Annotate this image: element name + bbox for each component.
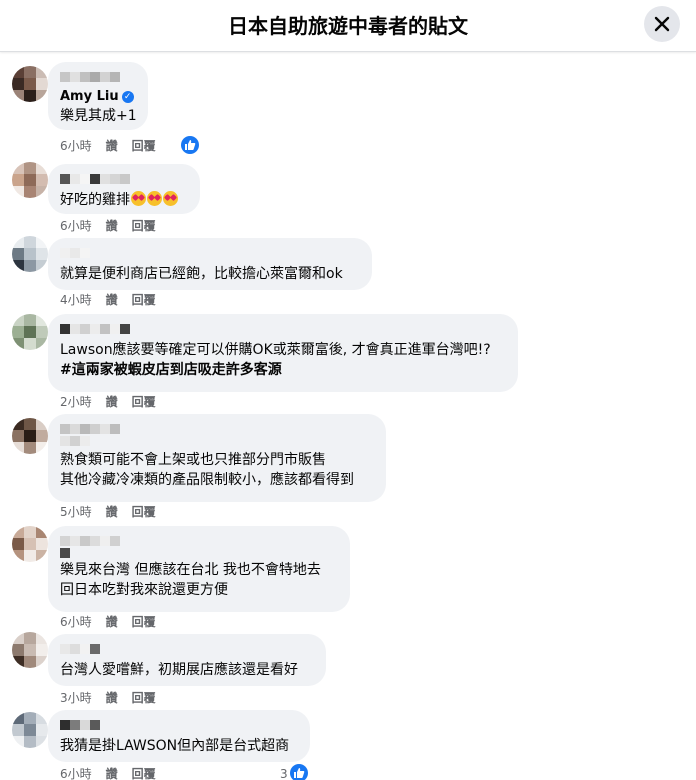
comment-author[interactable]: Amy Liu ✓ — [60, 88, 136, 106]
comment-actions: 6小時讚回覆 — [60, 766, 170, 780]
comment-bubble: 我猜是掛LAWSON但內部是台式超商 — [48, 710, 310, 762]
comment-text: 就算是便利商店已經飽，比較擔心萊富爾和ok — [60, 266, 343, 282]
comment-bubble: Lawson應該要等確定可以併購OK或萊爾富後, 才會真正進軍台灣吧!? #這兩… — [48, 314, 518, 392]
comment-time[interactable]: 6小時 — [60, 614, 92, 630]
comment-actions: 2小時讚回覆 — [60, 394, 170, 410]
like-reaction-icon[interactable] — [181, 136, 199, 154]
like-button[interactable]: 讚 — [106, 394, 118, 410]
comment-bubble: 熟食類可能不會上架或也只推部分門市販售 其他冷藏冷凍類的產品限制較小，應該都看得… — [48, 414, 386, 502]
heart-eyes-emoji-icon — [131, 191, 146, 206]
reply-button[interactable]: 回覆 — [132, 504, 156, 520]
blurred-author-name[interactable] — [60, 246, 360, 264]
blurred-group-name — [60, 70, 136, 88]
heart-eyes-emoji-icon — [147, 191, 162, 206]
hashtag-link[interactable]: #這兩家被蝦皮店到店吸走許多客源 — [60, 360, 506, 380]
close-icon — [654, 16, 670, 32]
comment-time[interactable]: 3小時 — [60, 690, 92, 706]
comment-bubble: 就算是便利商店已經飽，比較擔心萊富爾和ok — [48, 238, 372, 290]
comment-time[interactable]: 2小時 — [60, 394, 92, 410]
reply-button[interactable]: 回覆 — [132, 614, 156, 630]
like-button[interactable]: 讚 — [106, 614, 118, 630]
close-button[interactable] — [644, 6, 680, 42]
avatar[interactable] — [12, 712, 48, 748]
avatar[interactable] — [12, 314, 48, 350]
comment-bubble: Amy Liu ✓ 樂見其成+1 — [48, 62, 148, 130]
comment-text: Lawson應該要等確定可以併購OK或萊爾富後, 才會真正進軍台灣吧!? — [60, 342, 491, 358]
comment-text: 其他冷藏冷凍類的產品限制較小，應該都看得到 — [60, 472, 354, 488]
blurred-author-name[interactable] — [60, 422, 374, 450]
avatar[interactable] — [12, 162, 48, 198]
comment-bubble: 樂見來台灣 但應該在台北 我也不會特地去 回日本吃對我來說還更方便 — [48, 526, 350, 612]
comment-time[interactable]: 6小時 — [60, 218, 92, 234]
reply-button[interactable]: 回覆 — [132, 690, 156, 706]
comment-time[interactable]: 6小時 — [60, 138, 92, 154]
like-button[interactable]: 讚 — [106, 218, 118, 234]
dialog-header: 日本自助旅遊中毒者的貼文 — [0, 0, 696, 52]
avatar[interactable] — [12, 632, 48, 668]
comment-text: 樂見來台灣 但應該在台北 我也不會特地去 — [60, 562, 321, 578]
comment-actions: 3小時讚回覆 — [60, 690, 170, 706]
comment-text: 回日本吃對我來說還更方便 — [60, 582, 228, 598]
comment-time[interactable]: 5小時 — [60, 504, 92, 520]
comment-bubble: 好吃的雞排 — [48, 164, 200, 214]
avatar[interactable] — [12, 526, 48, 562]
like-button[interactable]: 讚 — [106, 690, 118, 706]
reaction-count[interactable]: 3 — [280, 766, 288, 780]
avatar[interactable] — [12, 236, 48, 272]
like-reaction-icon[interactable] — [290, 764, 308, 780]
reply-button[interactable]: 回覆 — [132, 218, 156, 234]
like-button[interactable]: 讚 — [106, 766, 118, 780]
blurred-author-name[interactable] — [60, 322, 506, 340]
comment-actions: 6小時讚回覆 — [60, 218, 170, 234]
comment-actions: 6小時讚回覆 — [60, 138, 170, 154]
like-button[interactable]: 讚 — [106, 292, 118, 308]
comment-text: 樂見其成+1 — [60, 108, 137, 124]
comment-text: 台灣人愛嚐鮮，初期展店應該還是看好 — [60, 662, 298, 678]
verified-badge-icon: ✓ — [121, 91, 134, 103]
like-button[interactable]: 讚 — [106, 504, 118, 520]
blurred-author-name[interactable] — [60, 718, 298, 736]
comment-time[interactable]: 4小時 — [60, 292, 92, 308]
comment-text: 好吃的雞排 — [60, 190, 188, 210]
comment-text: 熟食類可能不會上架或也只推部分門市販售 — [60, 452, 326, 468]
comment-actions: 6小時讚回覆 — [60, 614, 170, 630]
reply-button[interactable]: 回覆 — [132, 138, 156, 154]
comment-actions: 4小時讚回覆 — [60, 292, 170, 308]
reply-button[interactable]: 回覆 — [132, 394, 156, 410]
blurred-author-name[interactable] — [60, 534, 338, 560]
avatar[interactable] — [12, 66, 48, 102]
reply-button[interactable]: 回覆 — [132, 292, 156, 308]
comment-text: 我猜是掛LAWSON但內部是台式超商 — [60, 738, 290, 754]
comment-bubble: 台灣人愛嚐鮮，初期展店應該還是看好 — [48, 634, 326, 686]
blurred-author-name[interactable] — [60, 172, 188, 190]
dialog-title: 日本自助旅遊中毒者的貼文 — [228, 14, 468, 38]
like-button[interactable]: 讚 — [106, 138, 118, 154]
avatar[interactable] — [12, 418, 48, 454]
reply-button[interactable]: 回覆 — [132, 766, 156, 780]
blurred-author-name[interactable] — [60, 642, 314, 660]
comment-time[interactable]: 6小時 — [60, 766, 92, 780]
comment-actions: 5小時讚回覆 — [60, 504, 170, 520]
heart-eyes-emoji-icon — [163, 191, 178, 206]
